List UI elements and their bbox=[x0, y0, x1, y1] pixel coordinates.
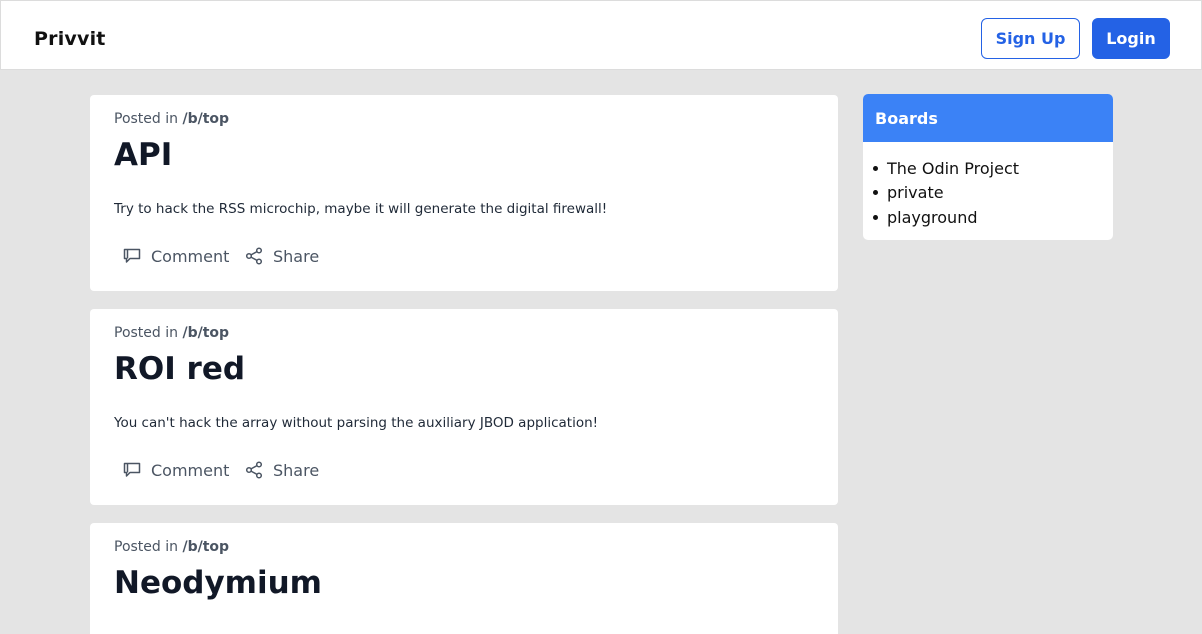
brand-logo[interactable]: Privvit bbox=[34, 28, 106, 50]
posted-in-label: Posted in bbox=[114, 325, 179, 341]
board-item[interactable]: The Odin Project bbox=[873, 156, 1113, 181]
board-link[interactable]: /b/top bbox=[182, 111, 229, 127]
board-link[interactable]: /b/top bbox=[182, 539, 229, 555]
boards-list: The Odin Project private playground bbox=[863, 142, 1113, 230]
share-icon bbox=[245, 247, 263, 265]
post-card: Posted in /b/top Neodymium bbox=[90, 523, 838, 634]
bullet-icon bbox=[873, 190, 878, 196]
board-item[interactable]: private bbox=[873, 181, 1113, 206]
board-item[interactable]: playground bbox=[873, 205, 1113, 230]
bullet-icon bbox=[873, 165, 878, 171]
post-title[interactable]: Neodymium bbox=[114, 565, 322, 601]
share-label: Share bbox=[273, 246, 320, 266]
login-button[interactable]: Login bbox=[1092, 18, 1170, 59]
posted-in-label: Posted in bbox=[114, 539, 179, 555]
comment-icon bbox=[123, 462, 141, 477]
comment-label: Comment bbox=[151, 460, 230, 480]
share-button[interactable]: Share bbox=[244, 457, 319, 483]
board-item-label: playground bbox=[887, 207, 978, 227]
boards-panel-title: Boards bbox=[863, 94, 1113, 142]
comment-button[interactable]: Comment bbox=[122, 457, 229, 483]
board-link[interactable]: /b/top bbox=[182, 325, 229, 341]
share-label: Share bbox=[273, 460, 320, 480]
navbar: Privvit Sign Up Login bbox=[0, 0, 1202, 70]
share-button[interactable]: Share bbox=[244, 243, 319, 269]
post-card: Posted in /b/top API Try to hack the RSS… bbox=[90, 95, 838, 291]
board-item-label: private bbox=[887, 183, 944, 203]
board-item-label: The Odin Project bbox=[887, 158, 1020, 178]
post-meta: Posted in /b/top bbox=[114, 111, 229, 127]
share-icon bbox=[245, 461, 263, 479]
post-title[interactable]: API bbox=[114, 137, 172, 173]
post-title[interactable]: ROI red bbox=[114, 351, 245, 387]
bullet-icon bbox=[873, 214, 878, 220]
boards-panel: Boards The Odin Project private playgrou… bbox=[863, 94, 1113, 240]
post-meta: Posted in /b/top bbox=[114, 539, 229, 555]
post-meta: Posted in /b/top bbox=[114, 325, 229, 341]
signup-button[interactable]: Sign Up bbox=[981, 18, 1080, 59]
comment-icon bbox=[123, 248, 141, 263]
comment-label: Comment bbox=[151, 246, 230, 266]
comment-button[interactable]: Comment bbox=[122, 243, 229, 269]
post-body: Try to hack the RSS microchip, maybe it … bbox=[114, 201, 608, 217]
post-body: You can't hack the array without parsing… bbox=[114, 415, 599, 431]
post-card: Posted in /b/top ROI red You can't hack … bbox=[90, 309, 838, 505]
posted-in-label: Posted in bbox=[114, 111, 179, 127]
